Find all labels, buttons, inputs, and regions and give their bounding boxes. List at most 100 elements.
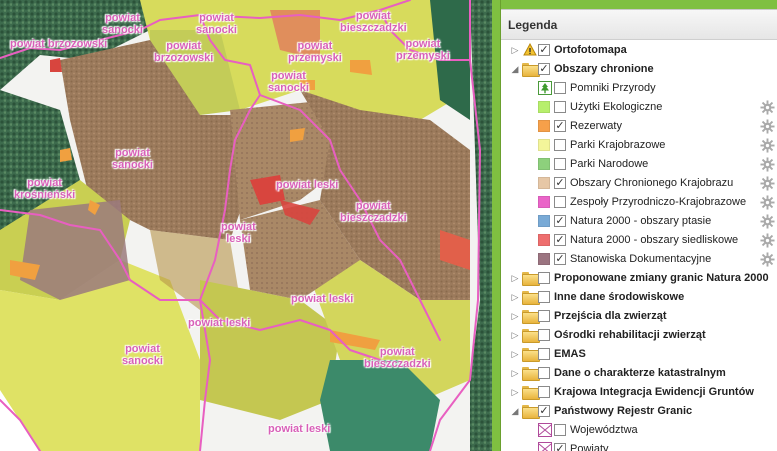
collapse-arrow-icon[interactable]: ◢ xyxy=(510,63,520,75)
legend-color-swatch xyxy=(538,196,550,208)
layer-checkbox[interactable] xyxy=(538,272,550,284)
gear-icon[interactable] xyxy=(760,157,775,172)
layer-checkbox[interactable] xyxy=(538,386,550,398)
gear-icon[interactable] xyxy=(760,100,775,115)
layer-label[interactable]: Zespoły Przyrodniczo-Krajobrazowe xyxy=(570,196,746,209)
layer-checkbox[interactable]: ✓ xyxy=(554,234,566,246)
layer-row[interactable]: Pomniki Przyrody xyxy=(501,79,777,98)
layer-label[interactable]: EMAS xyxy=(554,348,586,361)
layer-row[interactable]: ▷ EMAS xyxy=(501,345,777,364)
layer-checkbox[interactable]: ✓ xyxy=(554,443,566,451)
layer-label[interactable]: Pomniki Przyrody xyxy=(570,82,656,95)
layer-label[interactable]: Krajowa Integracja Ewidencji Gruntów xyxy=(554,386,754,399)
layer-checkbox[interactable]: ✓ xyxy=(538,63,550,75)
layer-checkbox[interactable] xyxy=(538,367,550,379)
layer-checkbox[interactable] xyxy=(554,424,566,436)
layer-checkbox[interactable]: ✓ xyxy=(538,405,550,417)
layer-row[interactable]: ✓ Natura 2000 - obszary siedliskowe xyxy=(501,231,777,250)
layer-row[interactable]: ▷ Krajowa Integracja Ewidencji Gruntów xyxy=(501,383,777,402)
layer-checkbox[interactable] xyxy=(554,82,566,94)
layer-row[interactable]: Parki Narodowe xyxy=(501,155,777,174)
layer-row[interactable]: ✓ Powiaty xyxy=(501,440,777,451)
map-label: powiat przemyski xyxy=(288,40,342,64)
legend-color-swatch xyxy=(538,177,550,189)
expand-arrow-icon[interactable]: ▷ xyxy=(510,44,520,56)
expand-arrow-icon[interactable]: ▷ xyxy=(510,310,520,322)
layer-label[interactable]: Rezerwaty xyxy=(570,120,622,133)
gear-icon[interactable] xyxy=(760,176,775,191)
layer-checkbox[interactable]: ✓ xyxy=(554,120,566,132)
layer-row[interactable]: ▷ Inne dane środowiskowe xyxy=(501,288,777,307)
layer-label[interactable]: Obszary Chronionego Krajobrazu xyxy=(570,177,733,190)
layer-row[interactable]: ✓ Obszary Chronionego Krajobrazu xyxy=(501,174,777,193)
folder-icon xyxy=(522,272,540,286)
layer-label[interactable]: Natura 2000 - obszary siedliskowe xyxy=(570,234,738,247)
expand-arrow-icon[interactable]: ▷ xyxy=(510,291,520,303)
layer-row[interactable]: Parki Krajobrazowe xyxy=(501,136,777,155)
expand-arrow-icon[interactable]: ▷ xyxy=(510,367,520,379)
gear-icon[interactable] xyxy=(760,214,775,229)
gear-icon[interactable] xyxy=(760,252,775,267)
layer-label[interactable]: Parki Krajobrazowe xyxy=(570,139,665,152)
layer-checkbox[interactable]: ✓ xyxy=(554,253,566,265)
folder-icon xyxy=(522,291,540,305)
layer-label[interactable]: Województwa xyxy=(570,424,638,437)
layer-row[interactable]: ▷ Dane o charakterze katastralnym xyxy=(501,364,777,383)
layer-label[interactable]: Użytki Ekologiczne xyxy=(570,101,662,114)
gear-icon[interactable] xyxy=(760,119,775,134)
layer-row[interactable]: ▷ Przejścia dla zwierząt xyxy=(501,307,777,326)
layer-row[interactable]: ✓ Rezerwaty xyxy=(501,117,777,136)
layer-checkbox[interactable] xyxy=(538,310,550,322)
layer-label[interactable]: Ośrodki rehabilitacji zwierząt xyxy=(554,329,706,342)
layer-row[interactable]: ◢ ✓ Obszary chronione xyxy=(501,60,777,79)
gear-icon[interactable] xyxy=(760,233,775,248)
layer-checkbox[interactable] xyxy=(554,101,566,113)
layer-checkbox[interactable]: ✓ xyxy=(554,215,566,227)
layer-row[interactable]: ▷ Ośrodki rehabilitacji zwierząt xyxy=(501,326,777,345)
layer-row[interactable]: ▷ Proponowane zmiany granic Natura 2000 xyxy=(501,269,777,288)
layer-label[interactable]: Parki Narodowe xyxy=(570,158,648,171)
layer-row[interactable]: ◢ ✓ Państwowy Rejestr Granic xyxy=(501,402,777,421)
layer-checkbox[interactable]: ✓ xyxy=(538,44,550,56)
legend-color-swatch xyxy=(538,120,550,132)
layer-label[interactable]: Inne dane środowiskowe xyxy=(554,291,684,304)
boundary-line-icon xyxy=(538,423,552,437)
collapse-arrow-icon[interactable]: ◢ xyxy=(510,405,520,417)
map-label: powiat bieszczadzki xyxy=(364,346,431,370)
layer-row[interactable]: ▷ ✓ Ortofotomapa xyxy=(501,41,777,60)
layer-label[interactable]: Przejścia dla zwierząt xyxy=(554,310,667,323)
map-view[interactable]: powiat sanocki powiat sanocki powiat bie… xyxy=(0,0,492,451)
layer-label[interactable]: Państwowy Rejestr Granic xyxy=(554,405,692,418)
layer-label[interactable]: Dane o charakterze katastralnym xyxy=(554,367,726,380)
folder-icon xyxy=(522,329,540,343)
layer-label[interactable]: Powiaty xyxy=(570,443,609,451)
layer-checkbox[interactable] xyxy=(538,291,550,303)
layer-checkbox[interactable]: ✓ xyxy=(554,177,566,189)
layer-row[interactable]: ✓ Stanowiska Dokumentacyjne xyxy=(501,250,777,269)
gear-icon[interactable] xyxy=(760,195,775,210)
layer-label[interactable]: Obszary chronione xyxy=(554,63,654,76)
layer-checkbox[interactable] xyxy=(554,158,566,170)
layer-label[interactable]: Ortofotomapa xyxy=(554,44,627,57)
folder-icon xyxy=(522,386,540,400)
layer-checkbox[interactable] xyxy=(538,348,550,360)
expand-arrow-icon[interactable]: ▷ xyxy=(510,386,520,398)
map-label: powiat brzozowski xyxy=(154,40,214,64)
gear-icon[interactable] xyxy=(760,138,775,153)
layer-checkbox[interactable] xyxy=(554,139,566,151)
layer-row[interactable]: Województwa xyxy=(501,421,777,440)
layer-row[interactable]: Użytki Ekologiczne xyxy=(501,98,777,117)
layer-label[interactable]: Proponowane zmiany granic Natura 2000 xyxy=(554,272,769,285)
expand-arrow-icon[interactable]: ▷ xyxy=(510,348,520,360)
layer-row[interactable]: Zespoły Przyrodniczo-Krajobrazowe xyxy=(501,193,777,212)
layer-label[interactable]: Stanowiska Dokumentacyjne xyxy=(570,253,711,266)
panel-splitter[interactable] xyxy=(492,0,500,451)
expand-arrow-icon[interactable]: ▷ xyxy=(510,329,520,341)
layer-checkbox[interactable] xyxy=(538,329,550,341)
folder-icon xyxy=(522,367,540,381)
layer-checkbox[interactable] xyxy=(554,196,566,208)
layer-label[interactable]: Natura 2000 - obszary ptasie xyxy=(570,215,711,228)
expand-arrow-icon[interactable]: ▷ xyxy=(510,272,520,284)
layer-row[interactable]: ✓ Natura 2000 - obszary ptasie xyxy=(501,212,777,231)
legend-color-swatch xyxy=(538,101,550,113)
